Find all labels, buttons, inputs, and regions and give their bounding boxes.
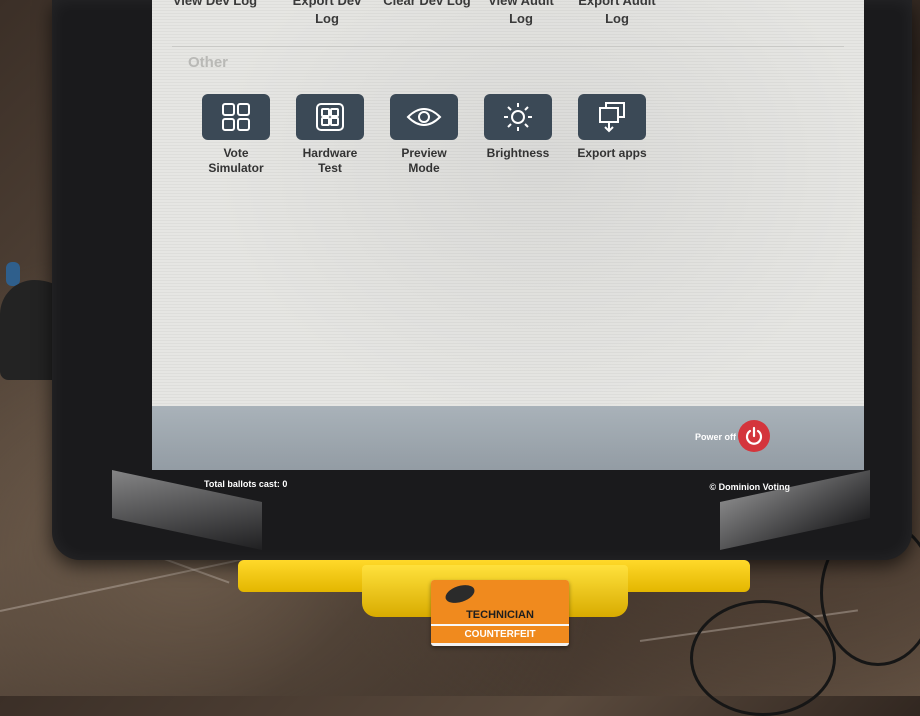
status-bar: Total ballots cast: 0 © Dominion Voting [152, 474, 864, 496]
marble-vein [0, 555, 255, 612]
grid-4-icon [202, 94, 270, 140]
preview-mode-button[interactable]: Preview Mode [374, 94, 474, 176]
vote-simulator-button[interactable]: Vote Simulator [186, 94, 286, 176]
card-logo-icon [443, 581, 477, 607]
power-off-button[interactable] [738, 420, 770, 452]
brightness-button[interactable]: Brightness [468, 94, 568, 161]
technician-card[interactable]: TECHNICIAN COUNTERFEIT [431, 580, 569, 646]
power-off-label: Power off [694, 432, 736, 442]
card-title: TECHNICIAN [466, 609, 534, 621]
tile-label: Vote Simulator [208, 146, 264, 175]
section-heading-other: Other [188, 54, 229, 71]
card-subtitle: COUNTERFEIT [431, 624, 569, 643]
section-divider [172, 46, 844, 47]
log-actions-row: View Dev Log Export Dev Log Clear Dev Lo… [152, 0, 864, 44]
hardware-grid-icon [296, 94, 364, 140]
tile-label: Brightness [486, 146, 550, 160]
shoe-lace [6, 262, 20, 286]
export-apps-button[interactable]: Export apps [562, 94, 662, 161]
eye-icon [390, 94, 458, 140]
view-dev-log-button[interactable]: View Dev Log [160, 0, 270, 10]
sun-icon [484, 94, 552, 140]
export-audit-log-button[interactable]: Export Audit Log [562, 0, 672, 28]
hardware-test-button[interactable]: Hardware Test [280, 94, 380, 176]
tile-label: Preview Mode [401, 146, 447, 175]
view-audit-log-button[interactable]: View Audit Log [466, 0, 576, 28]
card-header: TECHNICIAN [431, 580, 569, 624]
export-dev-log-button[interactable]: Export Dev Log [272, 0, 382, 28]
power-icon [745, 426, 763, 445]
tile-label: Export apps [577, 146, 647, 160]
tile-label: Hardware Test [302, 146, 358, 175]
export-windows-icon [578, 94, 646, 140]
total-ballots-text: Total ballots cast: 0 [204, 479, 288, 489]
cable [690, 600, 836, 716]
screen: View Dev Log Export Dev Log Clear Dev Lo… [152, 0, 864, 470]
